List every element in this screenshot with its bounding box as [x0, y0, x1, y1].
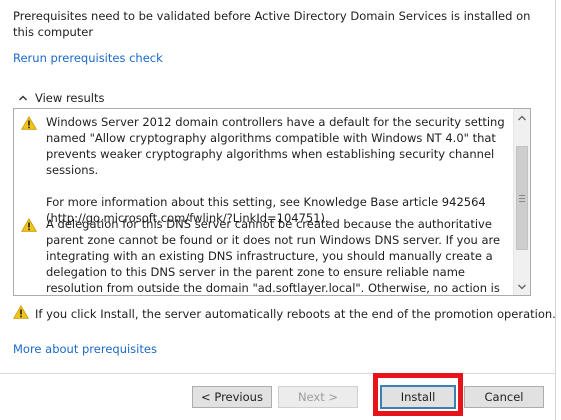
result-entry-crypto: Windows Server 2012 domain controllers h…: [21, 114, 509, 226]
view-results-label: View results: [35, 91, 105, 105]
cancel-button[interactable]: Cancel: [464, 386, 544, 408]
view-results-toggle[interactable]: View results: [18, 91, 104, 105]
result-entry-text: A delegation for this DNS server cannot …: [46, 217, 501, 295]
result-entry-text: Windows Server 2012 domain controllers h…: [46, 115, 505, 177]
grip-icon: [519, 194, 525, 202]
window-right-border: [555, 0, 561, 420]
results-panel: Windows Server 2012 domain controllers h…: [13, 108, 531, 296]
warning-icon: [13, 305, 29, 322]
more-about-prerequisites-link[interactable]: More about prerequisites: [13, 342, 157, 356]
footer-divider: [0, 373, 555, 374]
scrollbar-thumb[interactable]: [516, 146, 528, 250]
next-button[interactable]: Next >: [278, 386, 358, 408]
install-highlight-annotation: [373, 373, 463, 416]
results-scrollbar[interactable]: [513, 109, 530, 295]
reboot-notice-text: If you click Install, the server automat…: [35, 306, 556, 321]
warning-icon: [21, 218, 37, 295]
scroll-down-arrow-icon[interactable]: [514, 278, 530, 295]
chevron-up-icon: [18, 93, 28, 103]
reboot-notice: If you click Install, the server automat…: [13, 305, 556, 322]
scroll-up-arrow-icon[interactable]: [514, 109, 530, 126]
prerequisites-heading: Prerequisites need to be validated befor…: [13, 9, 531, 39]
result-entry-dns: A delegation for this DNS server cannot …: [21, 216, 509, 295]
results-content: Windows Server 2012 domain controllers h…: [14, 109, 513, 295]
previous-button[interactable]: < Previous: [192, 386, 272, 408]
warning-icon: [21, 116, 37, 226]
rerun-prerequisites-link[interactable]: Rerun prerequisites check: [13, 51, 163, 65]
